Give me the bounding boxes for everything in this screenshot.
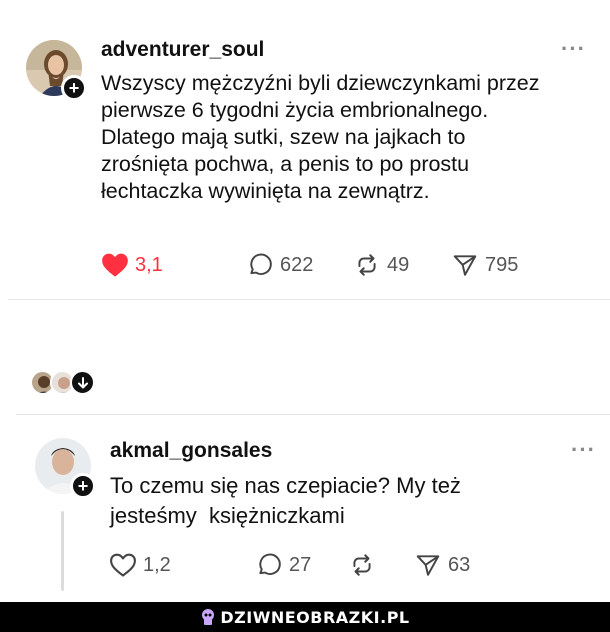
like-button[interactable]: 1,2 (109, 552, 171, 578)
follow-plus-icon[interactable]: + (70, 473, 96, 499)
post-text-line: Dlatego mają sutki, szew na jajkach to (101, 125, 466, 149)
comment-count: 27 (289, 553, 312, 576)
more-options-icon[interactable]: ··· (571, 437, 596, 463)
share-button[interactable]: 795 (451, 252, 518, 278)
post-text-line: pierwsze 6 tygodni życia embrionalnego. (101, 98, 489, 122)
post-adventurer-soul: + adventurer_soul ··· Wszyscy mężczyźni … (0, 0, 610, 300)
heart-filled-icon (102, 253, 128, 277)
post-text-line: zrośnięta pochwa, a penis to po prostu (101, 152, 470, 176)
repost-count: 49 (387, 253, 410, 276)
like-count: 3,1 (135, 253, 163, 276)
username[interactable]: adventurer_soul (101, 38, 264, 62)
thread-line (61, 511, 64, 591)
share-count: 795 (485, 253, 519, 276)
repost-icon (358, 254, 376, 276)
post-text: To czemu się nas czepiacie? My też jeste… (110, 471, 600, 531)
username[interactable]: akmal_gonsales (110, 439, 272, 463)
divider (8, 299, 610, 300)
repost-button[interactable]: 49 (353, 252, 409, 278)
comment-count: 622 (280, 253, 314, 276)
like-count: 1,2 (143, 553, 171, 576)
send-icon (453, 255, 477, 276)
watermark-bar: DZIWNEOBRAZKI.PL (0, 602, 610, 632)
site-logo-icon (202, 609, 215, 625)
share-count: 63 (448, 553, 471, 576)
send-icon (416, 555, 440, 576)
post-text: Wszyscy mężczyźni byli dziewczynkami prz… (101, 70, 601, 205)
follow-plus-icon[interactable]: + (61, 75, 87, 101)
more-options-icon[interactable]: ··· (561, 36, 586, 62)
post-akmal-gonsales: + akmal_gonsales ··· To czemu się nas cz… (0, 415, 610, 600)
like-button[interactable]: 3,1 (101, 252, 163, 278)
share-button[interactable]: 63 (414, 552, 470, 578)
reply-avatars[interactable] (30, 370, 110, 396)
comment-icon (259, 553, 281, 575)
comment-button[interactable]: 27 (255, 552, 311, 578)
repost-button[interactable] (348, 552, 382, 578)
site-name[interactable]: DZIWNEOBRAZKI.PL (220, 608, 409, 627)
arrow-down-icon[interactable] (70, 370, 95, 395)
post-text-line: To czemu się nas czepiacie? My też (110, 473, 461, 498)
post-text-line: Wszyscy mężczyźni byli dziewczynkami prz… (101, 71, 540, 95)
post-text-line: jesteśmy księżniczkami (110, 503, 345, 528)
post-text-line: łechtaczka wywinięta na zewnątrz. (101, 179, 430, 203)
heart-icon (110, 553, 136, 577)
comment-icon (250, 253, 272, 275)
repost-icon (353, 554, 371, 576)
comment-button[interactable]: 622 (246, 252, 313, 278)
